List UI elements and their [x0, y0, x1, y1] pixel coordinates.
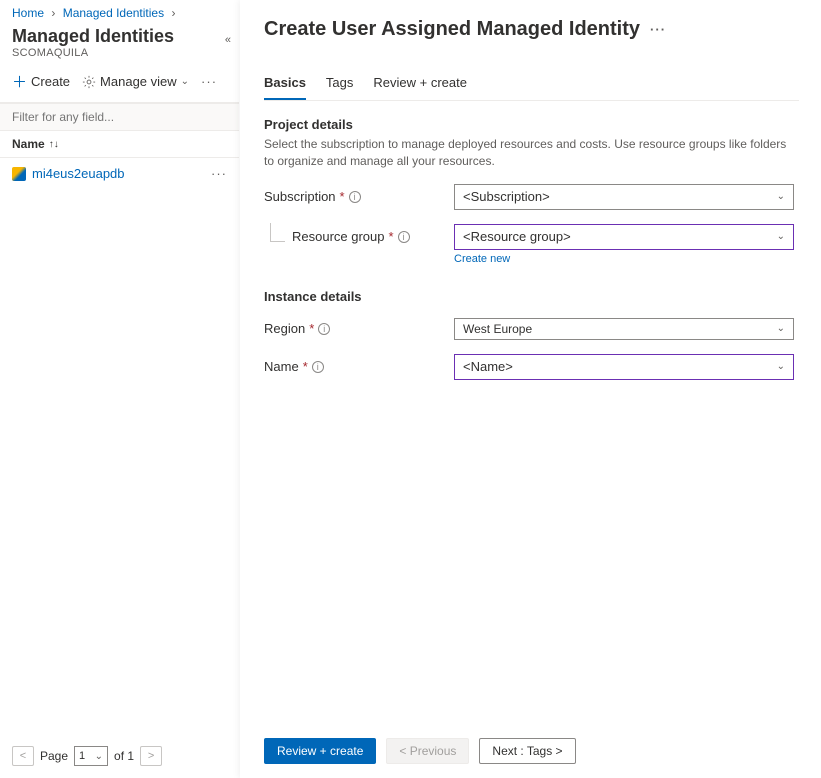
region-select[interactable]: West Europe ⌄	[454, 318, 794, 340]
page-title: Create User Assigned Managed Identity	[264, 18, 640, 41]
resource-group-value: <Resource group>	[463, 229, 571, 244]
column-name-label: Name	[12, 137, 45, 151]
previous-button: < Previous	[386, 738, 469, 764]
identity-name: mi4eus2euapdb	[32, 166, 125, 181]
manage-view-button[interactable]: Manage view ⌄	[82, 74, 189, 89]
create-button[interactable]: ＋ Create	[12, 71, 70, 92]
chevron-down-icon: ⌄	[777, 361, 785, 372]
identity-link[interactable]: mi4eus2euapdb	[12, 166, 125, 181]
subscription-label: Subscription	[264, 189, 336, 204]
chevron-down-icon: ⌄	[181, 76, 189, 87]
subscription-value: <Subscription>	[463, 189, 550, 204]
pager-of-label: of 1	[114, 749, 134, 763]
region-label: Region	[264, 321, 305, 336]
name-label: Name	[264, 359, 299, 374]
resource-group-select[interactable]: <Resource group> ⌄	[454, 224, 794, 250]
pager-page-select[interactable]: 1 ⌄	[74, 746, 108, 766]
tab-tags[interactable]: Tags	[326, 69, 353, 100]
info-icon[interactable]: i	[312, 361, 324, 373]
chevron-down-icon: ⌄	[777, 191, 785, 202]
section-project-desc: Select the subscription to manage deploy…	[264, 136, 799, 170]
review-create-button[interactable]: Review + create	[264, 738, 376, 764]
name-input[interactable]: <Name> ⌄	[454, 354, 794, 380]
next-tags-button[interactable]: Next : Tags >	[479, 738, 575, 764]
resource-group-label: Resource group	[292, 229, 385, 244]
chevron-right-icon: ›	[171, 6, 175, 20]
pager-page-value: 1	[79, 750, 85, 762]
section-instance-details: Instance details	[264, 289, 799, 304]
info-icon[interactable]: i	[398, 231, 410, 243]
name-value: <Name>	[463, 359, 513, 374]
pager-next-button[interactable]: >	[140, 746, 162, 766]
collapse-panel-icon[interactable]: «	[225, 34, 231, 46]
panel-title: Managed Identities	[12, 26, 227, 47]
row-more-button[interactable]: ···	[211, 166, 227, 181]
list-item: mi4eus2euapdb ···	[0, 158, 239, 189]
chevron-right-icon: ›	[51, 6, 55, 20]
plus-icon: ＋	[12, 71, 27, 92]
chevron-down-icon: ⌄	[95, 751, 103, 762]
subscription-select[interactable]: <Subscription> ⌄	[454, 184, 794, 210]
page-more-button[interactable]: ···	[650, 22, 666, 37]
region-value: West Europe	[463, 322, 532, 336]
breadcrumb: Home › Managed Identities ›	[0, 0, 239, 20]
pager-prev-button[interactable]: <	[12, 746, 34, 766]
pager: < Page 1 ⌄ of 1 >	[12, 746, 162, 766]
filter-input[interactable]	[0, 103, 239, 131]
breadcrumb-home[interactable]: Home	[12, 6, 44, 20]
tab-basics[interactable]: Basics	[264, 69, 306, 100]
required-icon: *	[340, 189, 345, 204]
create-label: Create	[31, 74, 70, 89]
panel-subtitle: SCOMAQUILA	[12, 47, 227, 59]
required-icon: *	[303, 359, 308, 374]
more-actions-button[interactable]: ···	[201, 74, 217, 89]
chevron-down-icon: ⌄	[777, 231, 785, 242]
gear-icon	[82, 75, 96, 89]
section-project-details: Project details	[264, 117, 799, 132]
managed-identity-icon	[12, 167, 26, 181]
manage-view-label: Manage view	[100, 74, 177, 89]
create-new-rg-link[interactable]: Create new	[454, 253, 510, 265]
required-icon: *	[389, 229, 394, 244]
required-icon: *	[309, 321, 314, 336]
column-header-name[interactable]: Name ↑↓	[0, 131, 239, 158]
sort-asc-icon: ↑↓	[49, 139, 59, 150]
info-icon[interactable]: i	[349, 191, 361, 203]
chevron-down-icon: ⌄	[777, 323, 785, 334]
breadcrumb-managed-identities[interactable]: Managed Identities	[63, 6, 164, 20]
pager-page-label: Page	[40, 749, 68, 763]
info-icon[interactable]: i	[318, 323, 330, 335]
tab-review-create[interactable]: Review + create	[373, 69, 467, 100]
